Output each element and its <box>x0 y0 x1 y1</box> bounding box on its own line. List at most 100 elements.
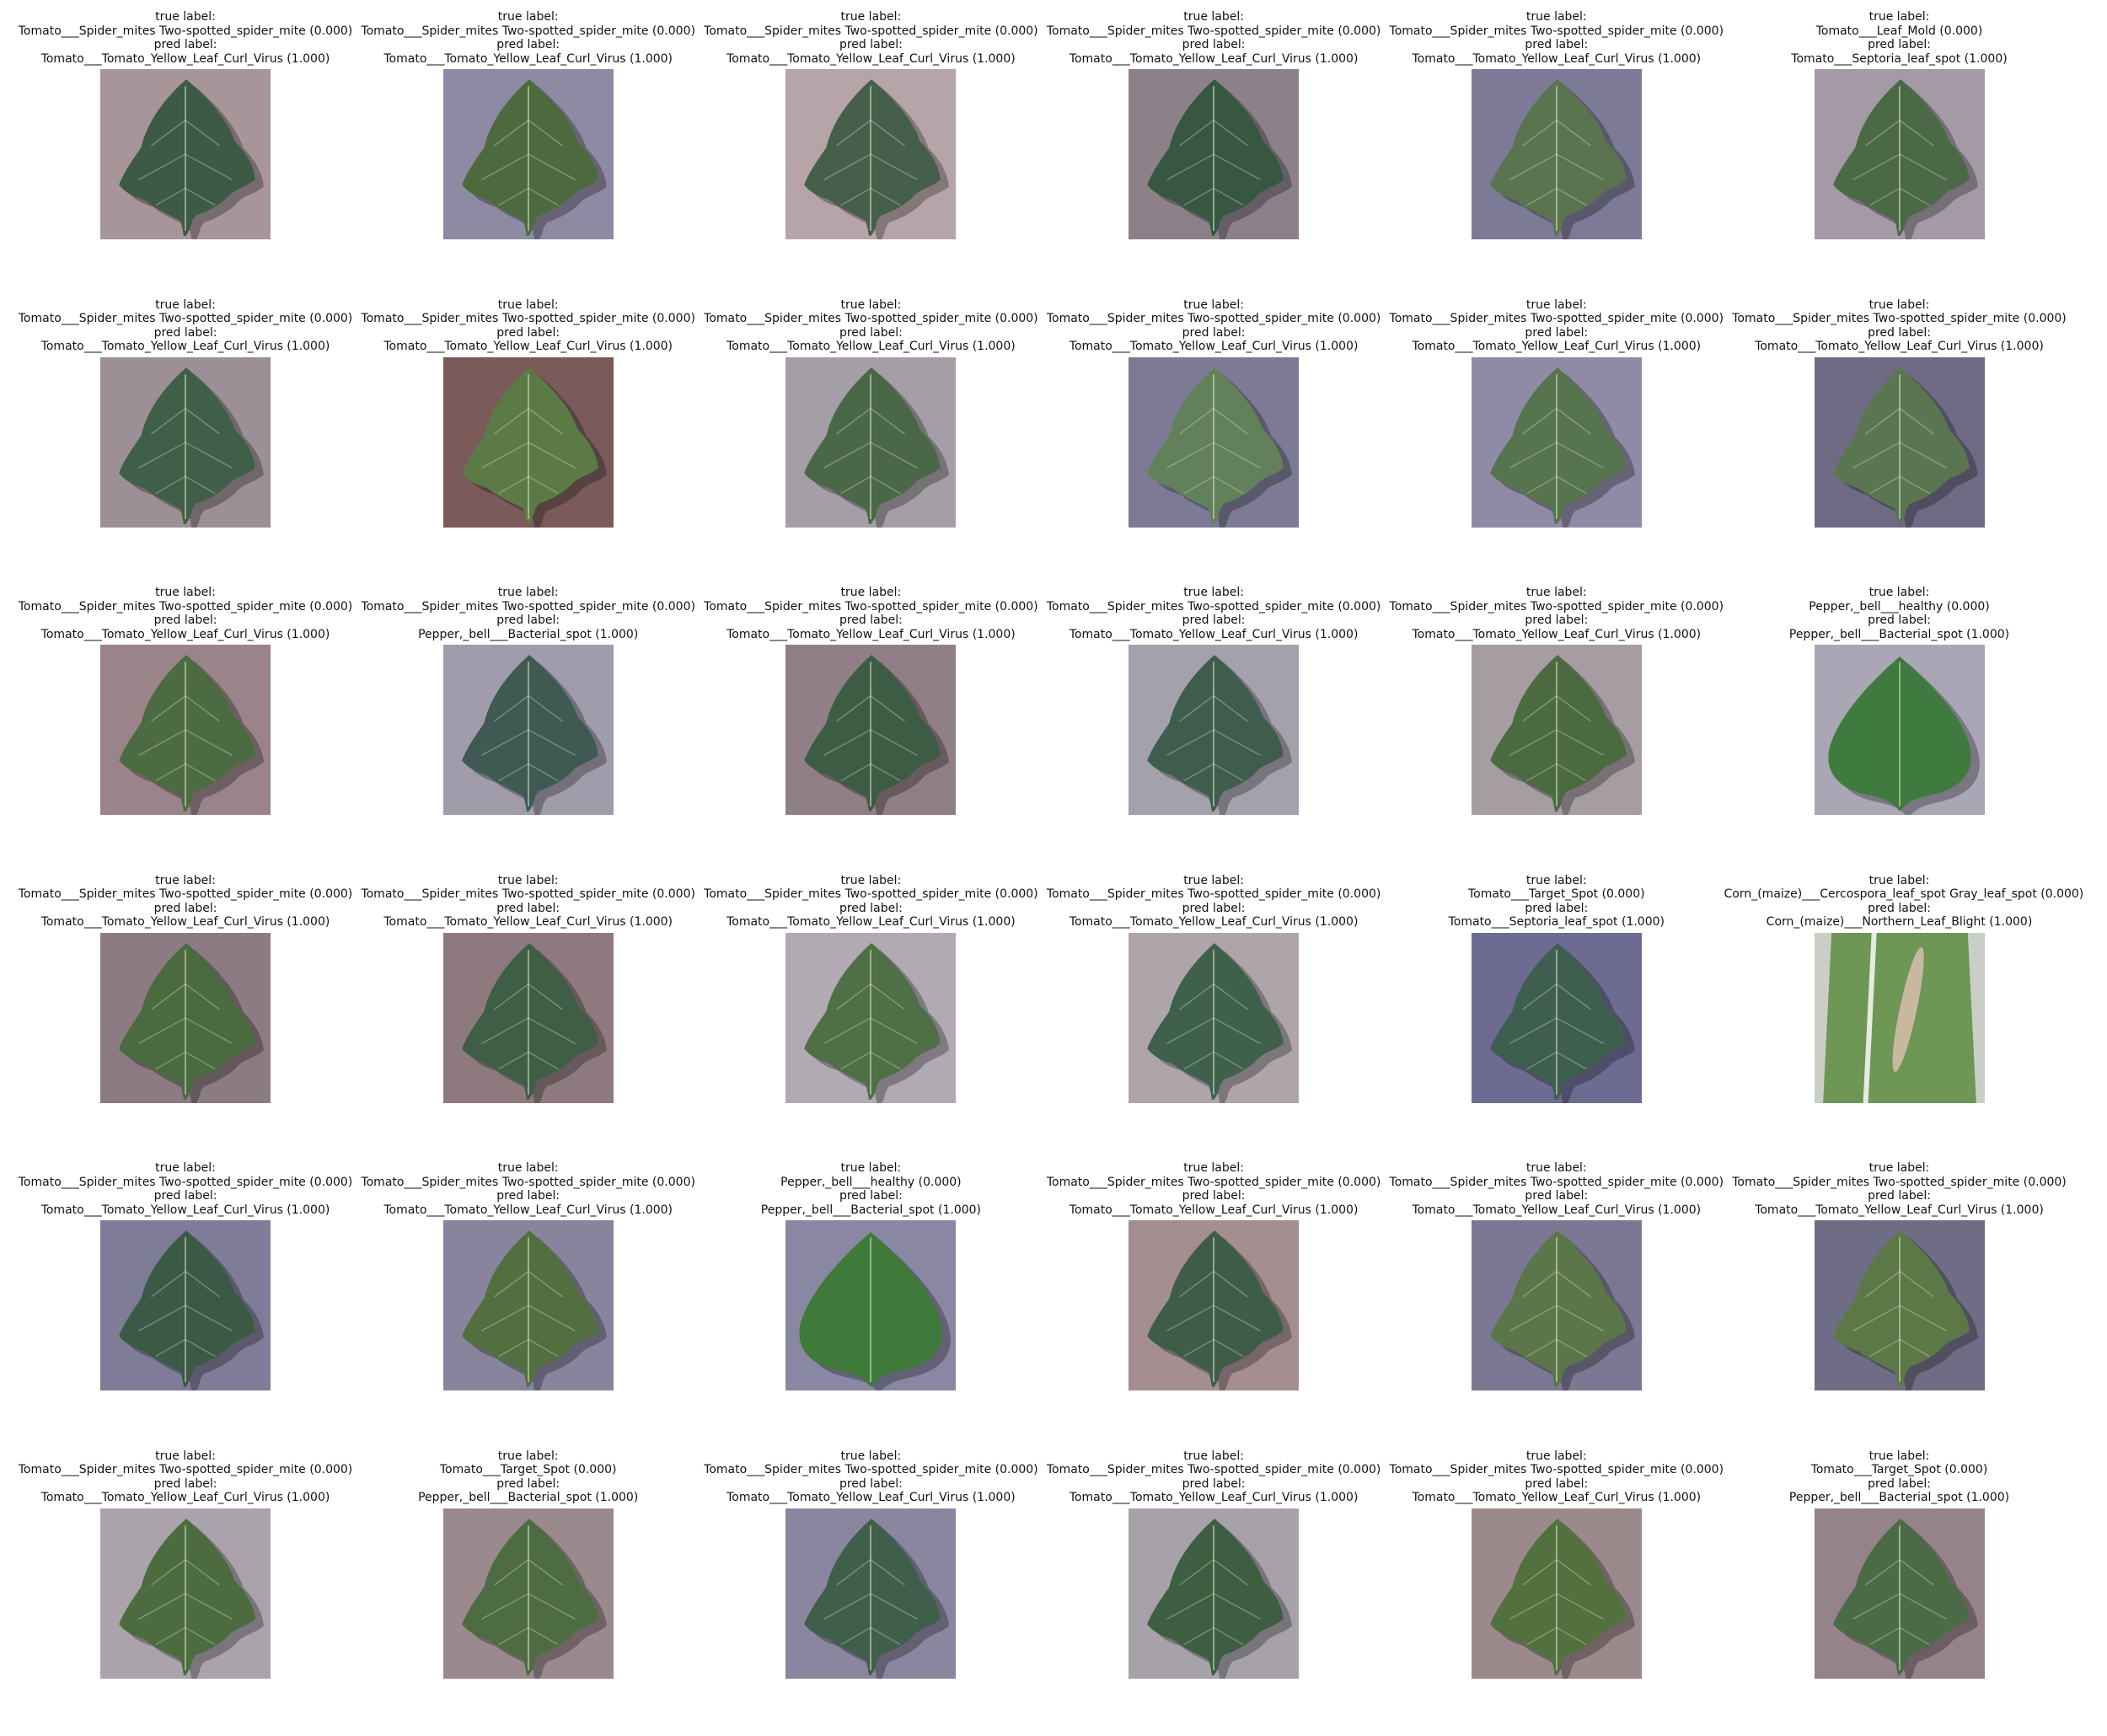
grid-cell: true label: Tomato___Spider_mites Two-spo… <box>695 10 1046 297</box>
cell-caption: true label: Tomato___Spider_mites Two-spo… <box>10 586 361 641</box>
true-label-heading: true label: <box>155 1161 216 1175</box>
cell-caption: true label: Tomato___Spider_mites Two-spo… <box>695 10 1046 66</box>
pred-label-value: Tomato___Tomato_Yellow_Leaf_Curl_Virus (… <box>1412 627 1702 641</box>
pred-label-value: Pepper,_bell___Bacterial_spot (1.000) <box>1788 1491 2010 1505</box>
pred-label-heading: pred label: <box>1868 1476 1931 1491</box>
pred-label-heading: pred label: <box>839 613 903 628</box>
true-label-heading: true label: <box>840 586 902 599</box>
pred-label-value: Tomato___Tomato_Yellow_Leaf_Curl_Virus (… <box>726 915 1016 930</box>
grid-cell: true label: Tomato___Spider_mites Two-spo… <box>1038 874 1389 1160</box>
leaf-image <box>1129 1508 1300 1679</box>
leaf-image <box>785 645 957 815</box>
true-label-value: Pepper,_bell___healthy (0.000) <box>780 1175 962 1189</box>
grid-cell: true label: Pepper,_bell___healthy (0.000… <box>695 1161 1046 1448</box>
cell-caption: true label: Tomato___Spider_mites Two-spo… <box>10 1449 361 1505</box>
true-label-value: Tomato___Spider_mites Two-spotted_spider… <box>704 24 1038 38</box>
leaf-image <box>785 356 957 528</box>
grid-cell: true label: Tomato___Spider_mites Two-spo… <box>10 874 361 1160</box>
pred-label-heading: pred label: <box>1182 1189 1246 1203</box>
leaf-image <box>1814 932 1985 1103</box>
true-label-heading: true label: <box>840 1161 902 1175</box>
pred-label-value: Pepper,_bell___Bacterial_spot (1.000) <box>418 627 639 641</box>
pred-label-value: Tomato___Tomato_Yellow_Leaf_Curl_Virus (… <box>1412 1203 1702 1217</box>
cell-caption: true label: Tomato___Leaf_Mold (0.000) pre… <box>1724 10 2075 66</box>
pred-label-value: Tomato___Tomato_Yellow_Leaf_Curl_Virus (… <box>40 51 330 66</box>
pred-label-heading: pred label: <box>1525 613 1589 628</box>
leaf-image <box>1471 1220 1642 1390</box>
true-label-heading: true label: <box>1183 873 1244 887</box>
cell-caption: true label: Tomato___Spider_mites Two-spo… <box>10 1161 361 1217</box>
cell-caption: true label: Tomato___Spider_mites Two-spo… <box>695 298 1046 354</box>
true-label-value: Tomato___Spider_mites Two-spotted_spider… <box>1732 312 2067 326</box>
pred-label-value: Tomato___Septoria_leaf_spot (1.000) <box>1448 915 1665 930</box>
true-label-value: Tomato___Spider_mites Two-spotted_spider… <box>1389 1463 1724 1477</box>
pred-label-heading: pred label: <box>496 38 560 52</box>
leaf-image <box>1814 1220 1985 1390</box>
pred-label-value: Tomato___Tomato_Yellow_Leaf_Curl_Virus (… <box>1755 340 2044 354</box>
cell-caption: true label: Tomato___Spider_mites Two-spo… <box>10 298 361 354</box>
true-label-value: Tomato___Target_Spot (0.000) <box>439 1463 617 1477</box>
leaf-image <box>1471 356 1642 528</box>
leaf-image <box>1471 69 1642 239</box>
cell-caption: true label: Tomato___Spider_mites Two-spo… <box>1381 1449 1732 1505</box>
pred-label-heading: pred label: <box>1525 1476 1589 1491</box>
true-label-value: Tomato___Spider_mites Two-spotted_spider… <box>1046 599 1381 613</box>
leaf-image <box>442 1220 614 1390</box>
pred-label-heading: pred label: <box>839 1476 903 1491</box>
pred-label-value: Pepper,_bell___Bacterial_spot (1.000) <box>760 1203 981 1217</box>
pred-label-heading: pred label: <box>1182 613 1246 628</box>
true-label-heading: true label: <box>1183 10 1244 24</box>
true-label-heading: true label: <box>155 297 216 312</box>
true-label-value: Tomato___Spider_mites Two-spotted_spider… <box>1389 24 1724 38</box>
grid-cell: true label: Corn_(maize)___Cercospora_lea… <box>1724 874 2083 1160</box>
cell-caption: true label: Tomato___Spider_mites Two-spo… <box>353 874 704 930</box>
leaf-image <box>100 69 271 239</box>
leaf-image <box>1814 69 1985 239</box>
pred-label-value: Tomato___Tomato_Yellow_Leaf_Curl_Virus (… <box>726 51 1016 66</box>
pred-label-heading: pred label: <box>839 38 903 52</box>
true-label-heading: true label: <box>1183 1161 1244 1175</box>
pred-label-heading: pred label: <box>1868 613 1931 628</box>
true-label-value: Tomato___Spider_mites Two-spotted_spider… <box>1046 1463 1381 1477</box>
cell-caption: true label: Tomato___Spider_mites Two-spo… <box>10 10 361 66</box>
leaf-image <box>1471 645 1642 815</box>
cell-caption: true label: Tomato___Spider_mites Two-spo… <box>1038 1161 1389 1217</box>
true-label-value: Tomato___Spider_mites Two-spotted_spider… <box>704 599 1038 613</box>
grid-cell: true label: Tomato___Spider_mites Two-spo… <box>695 1449 1046 1736</box>
leaf-image <box>785 1508 957 1679</box>
true-label-value: Tomato___Leaf_Mold (0.000) <box>1815 24 1983 38</box>
true-label-value: Tomato___Spider_mites Two-spotted_spider… <box>18 599 353 613</box>
cell-caption: true label: Pepper,_bell___healthy (0.000… <box>695 1161 1046 1217</box>
pred-label-value: Tomato___Tomato_Yellow_Leaf_Curl_Virus (… <box>1412 1491 1702 1505</box>
true-label-value: Tomato___Spider_mites Two-spotted_spider… <box>18 1463 353 1477</box>
grid-cell: true label: Tomato___Spider_mites Two-spo… <box>353 10 704 297</box>
cell-caption: true label: Tomato___Spider_mites Two-spo… <box>10 874 361 930</box>
grid-cell: true label: Tomato___Spider_mites Two-spo… <box>695 586 1046 872</box>
pred-label-heading: pred label: <box>153 1476 217 1491</box>
leaf-image <box>442 356 614 528</box>
pred-label-value: Tomato___Tomato_Yellow_Leaf_Curl_Virus (… <box>1069 915 1359 930</box>
true-label-heading: true label: <box>1183 586 1244 599</box>
pred-label-heading: pred label: <box>1868 901 1931 915</box>
pred-label-heading: pred label: <box>1182 325 1246 340</box>
true-label-heading: true label: <box>840 1449 902 1463</box>
grid-cell: true label: Tomato___Spider_mites Two-spo… <box>353 586 704 872</box>
leaf-image <box>1129 645 1300 815</box>
true-label-heading: true label: <box>840 297 902 312</box>
grid-cell: true label: Tomato___Spider_mites Two-spo… <box>1038 1161 1389 1448</box>
pred-label-heading: pred label: <box>153 325 217 340</box>
cell-caption: true label: Tomato___Spider_mites Two-spo… <box>1381 298 1732 354</box>
pred-label-value: Tomato___Tomato_Yellow_Leaf_Curl_Virus (… <box>40 1203 330 1217</box>
pred-label-value: Tomato___Tomato_Yellow_Leaf_Curl_Virus (… <box>726 340 1016 354</box>
pred-label-heading: pred label: <box>1868 1189 1931 1203</box>
pred-label-heading: pred label: <box>1525 1189 1589 1203</box>
true-label-value: Tomato___Spider_mites Two-spotted_spider… <box>1389 1175 1724 1189</box>
pred-label-heading: pred label: <box>153 38 217 52</box>
pred-label-value: Tomato___Tomato_Yellow_Leaf_Curl_Virus (… <box>40 627 330 641</box>
true-label-heading: true label: <box>1525 586 1587 599</box>
grid-cell: true label: Tomato___Spider_mites Two-spo… <box>353 874 704 1160</box>
pred-label-value: Tomato___Tomato_Yellow_Leaf_Curl_Virus (… <box>1069 1203 1359 1217</box>
true-label-value: Tomato___Spider_mites Two-spotted_spider… <box>361 312 695 326</box>
leaf-image <box>100 1220 271 1390</box>
true-label-heading: true label: <box>155 586 216 599</box>
